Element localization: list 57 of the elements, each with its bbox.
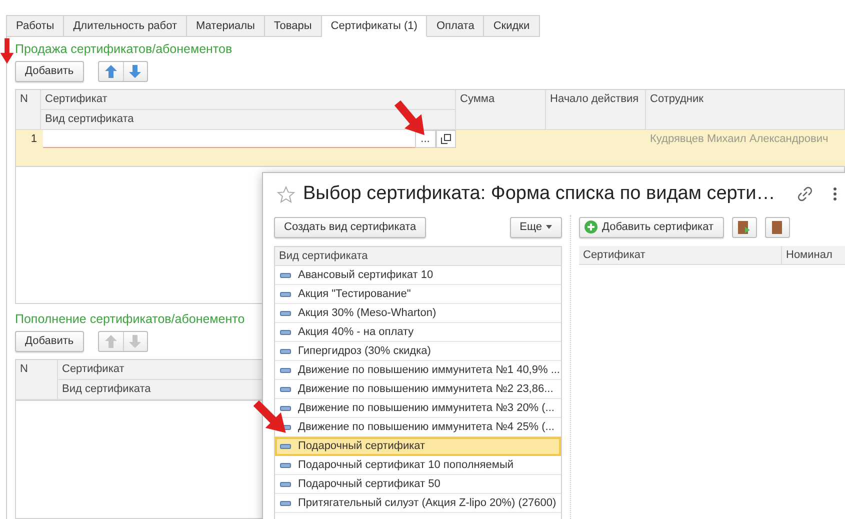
list-item-icon [280, 310, 291, 316]
list-item-icon [280, 444, 291, 448]
book-button[interactable] [732, 216, 757, 238]
list-item-icon [280, 406, 291, 410]
tab[interactable]: Товары [264, 15, 322, 37]
column-header: Сертификат [41, 90, 456, 110]
book-icon [737, 220, 752, 234]
column-header: Номинал [782, 246, 845, 265]
tab[interactable]: Оплата [427, 15, 484, 37]
tab[interactable]: Материалы [187, 15, 265, 37]
link-icon[interactable] [797, 186, 814, 202]
column-header: N [16, 360, 58, 400]
tab[interactable]: Скидки [484, 15, 540, 37]
add-button[interactable]: Добавить [15, 330, 84, 352]
choice-button[interactable]: ... [415, 130, 436, 148]
list-item-icon [280, 500, 291, 506]
tab[interactable]: Длительность работ [64, 15, 188, 37]
list-item-icon [280, 330, 291, 334]
list-item-icon [280, 462, 291, 468]
plus-icon [584, 220, 598, 234]
open-button[interactable] [436, 130, 456, 148]
add-certificate-button[interactable]: Добавить сертификат [579, 216, 724, 238]
tab[interactable]: Работы [6, 15, 64, 37]
column-header: Вид сертификата [275, 247, 561, 266]
column-header: N [16, 90, 41, 130]
book-button[interactable] [764, 216, 790, 238]
column-header: Сотрудник [646, 90, 845, 130]
list-item-icon [280, 292, 291, 296]
list-item-icon [280, 386, 291, 392]
list-item-icon [280, 272, 291, 278]
column-header: Начало действия [546, 90, 646, 130]
down-arrow-icon [129, 334, 142, 348]
dialog-title: Выбор сертификата: Форма списка по видам серти… [303, 183, 776, 205]
down-arrow-icon [129, 64, 142, 78]
column-header: Вид сертификата [41, 110, 456, 130]
caret-icon [546, 225, 552, 229]
up-arrow-icon [104, 334, 117, 348]
table-cell: Кудрявцев Михаил Александрович [646, 130, 845, 166]
input-field[interactable] [43, 130, 415, 148]
column-header: Сертификат [579, 246, 782, 265]
section-title: Пополнение сертификатов/абонементо [15, 311, 245, 328]
more-button[interactable]: Еще [510, 216, 562, 238]
list-item[interactable]: Подарочный сертификат [275, 437, 561, 456]
create-kind-button[interactable]: Создать вид сертификата [274, 216, 426, 238]
column-header: Сумма [456, 90, 546, 130]
open-icon [440, 134, 451, 144]
tab[interactable]: Сертификаты (1) [322, 15, 428, 37]
table-cell: 1 [16, 130, 41, 166]
star-icon[interactable] [277, 186, 295, 202]
more-icon[interactable] [833, 187, 838, 201]
section-title: Продажа сертификатов/абонементов [15, 41, 232, 58]
list-item-icon [280, 348, 291, 354]
book-icon [771, 220, 784, 234]
list-item-icon [280, 368, 291, 372]
list-item-icon [280, 482, 291, 486]
add-button[interactable]: Добавить [15, 60, 84, 82]
up-arrow-icon [104, 64, 117, 78]
